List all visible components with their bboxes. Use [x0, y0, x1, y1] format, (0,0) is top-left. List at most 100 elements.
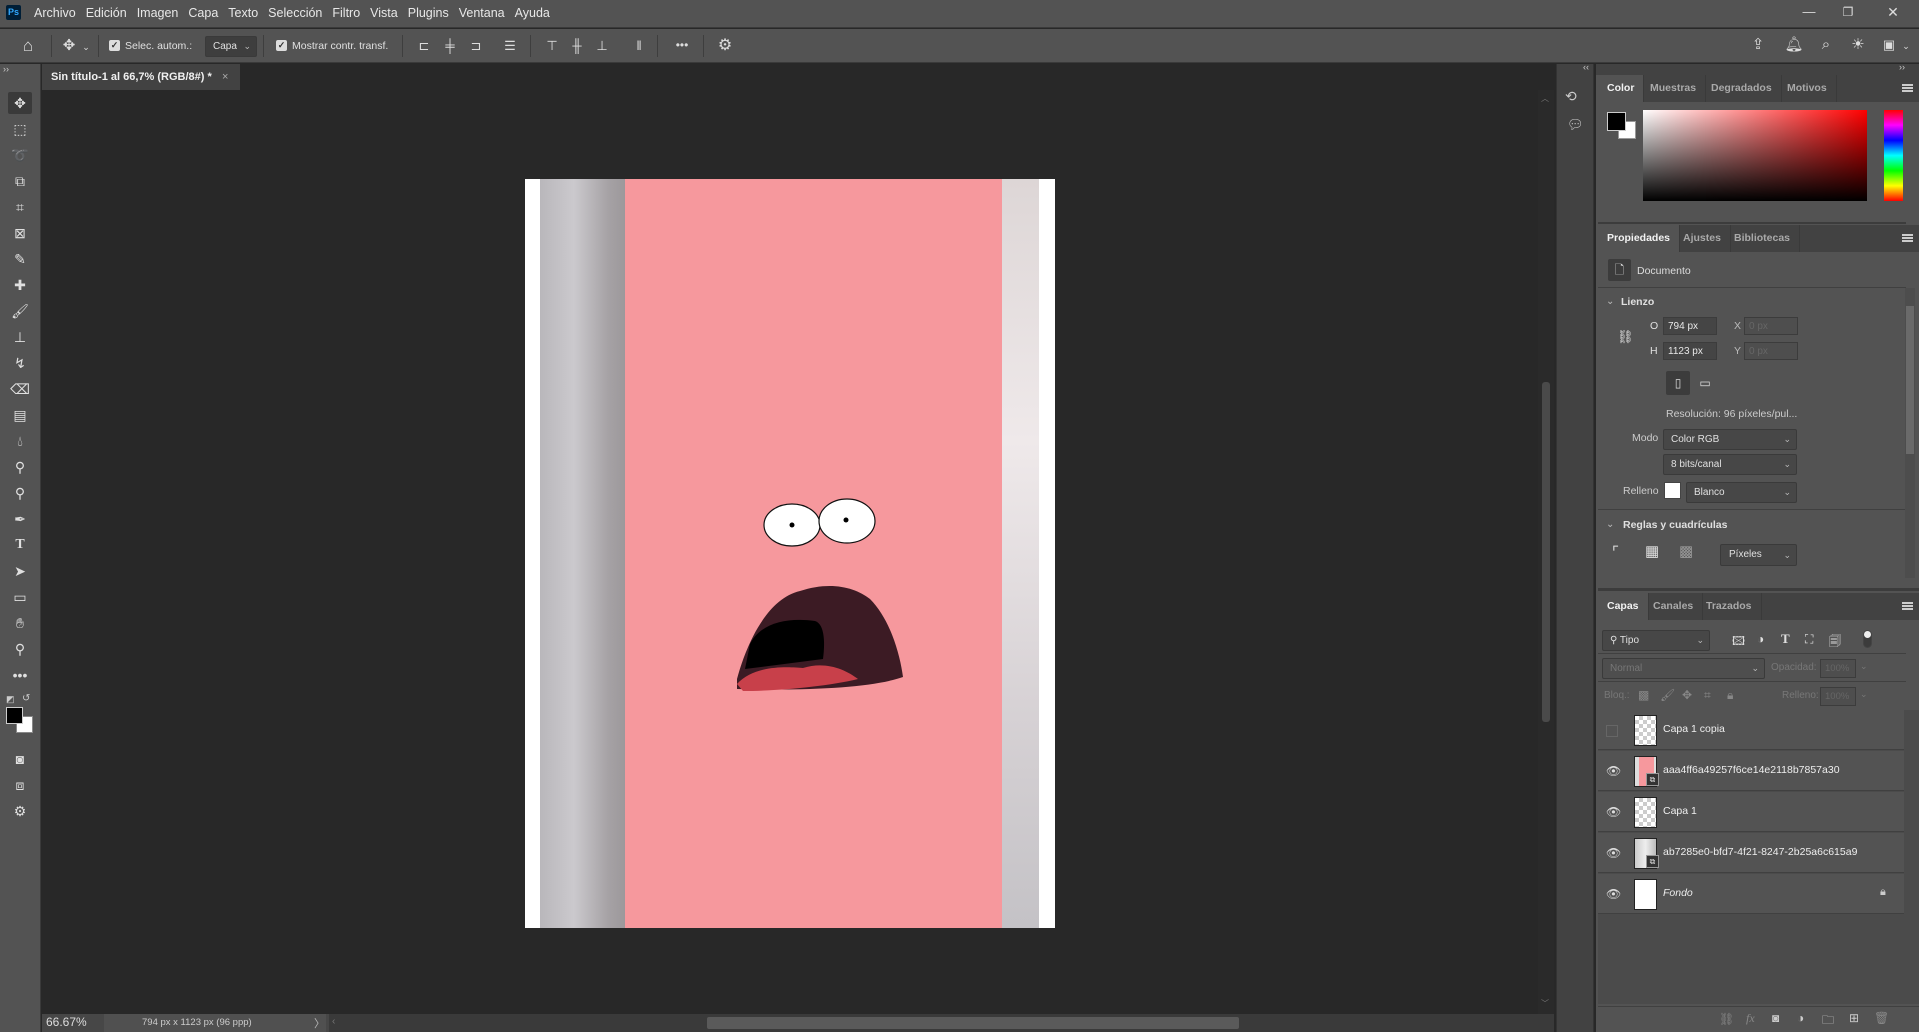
layer-name[interactable]: Fondo — [1663, 887, 1693, 899]
object-select-tool-icon[interactable]: ⧉ — [8, 170, 32, 192]
menu-texto[interactable]: Texto — [228, 1, 258, 25]
fill-color-swatch[interactable] — [1664, 482, 1681, 499]
tab-canales[interactable]: Canales — [1644, 593, 1704, 620]
hue-slider[interactable] — [1884, 110, 1903, 201]
layer-row[interactable]: Capa 1 copia — [1598, 710, 1904, 750]
properties-scroll-thumb[interactable] — [1906, 306, 1914, 454]
canvas-section-header[interactable]: Lienzo — [1621, 296, 1654, 308]
path-select-tool-icon[interactable]: ➤ — [8, 560, 32, 582]
menu-ventana[interactable]: Ventana — [459, 1, 505, 25]
link-layers-icon[interactable]: ⛓ — [1719, 1012, 1734, 1026]
rulers-section-header[interactable]: Reglas y cuadrículas — [1623, 519, 1727, 531]
y-input[interactable]: 0 px — [1744, 342, 1798, 360]
swap-colors-icon[interactable]: ↺ — [22, 693, 30, 704]
zoom-level[interactable]: 66.67% — [46, 1015, 87, 1029]
menu-seleccion[interactable]: Selección — [268, 1, 322, 25]
document-tab[interactable]: Sin título-1 al 66,7% (RGB/8#) * × — [42, 64, 240, 90]
opacity-input[interactable]: 100% — [1820, 659, 1856, 678]
comments-panel-icon[interactable]: 💬︎ — [1567, 117, 1584, 133]
show-transform-checkbox[interactable]: ✓ — [276, 40, 287, 51]
lock-icon[interactable]: 🔒︎ — [1880, 886, 1886, 899]
chevron-down-icon[interactable]: ⌄ — [1606, 296, 1614, 307]
distribute-icon[interactable]: ☰ — [499, 36, 521, 56]
search-icon[interactable]: ⌕ — [1815, 35, 1837, 55]
layer-row[interactable]: 👁︎ Capa 1 — [1598, 792, 1904, 832]
align-middle-v-icon[interactable]: ╫ — [566, 36, 588, 56]
panel-menu-icon[interactable] — [1902, 84, 1913, 92]
menu-plugins[interactable]: Plugins — [408, 1, 449, 25]
minimize-icon[interactable]: — — [1798, 2, 1820, 22]
blend-mode-dropdown[interactable]: Normal ⌄ — [1602, 658, 1765, 679]
filter-adjustment-icon[interactable]: ◑ — [1757, 632, 1764, 646]
filter-smart-object-icon[interactable]: 🗐︎ — [1829, 632, 1841, 653]
layer-name[interactable]: ab7285e0-bfd7-4f21-8247-2b25a6c615a9 — [1663, 846, 1857, 858]
height-input[interactable]: 1123 px — [1663, 342, 1717, 360]
color-mode-dropdown[interactable]: Color RGB ⌄ — [1663, 429, 1797, 450]
visibility-toggle-off[interactable] — [1606, 725, 1618, 737]
lasso-tool-icon[interactable]: ➰ — [8, 144, 32, 166]
gear-icon[interactable]: ⚙ — [714, 36, 736, 56]
healing-brush-icon[interactable]: ✚ — [8, 274, 32, 296]
zoom-dodge-icon[interactable]: ⚲ — [8, 482, 32, 504]
bell-icon[interactable]: 🔔︎ — [1783, 35, 1805, 55]
rectangle-tool-icon[interactable]: ▭ — [8, 586, 32, 608]
auto-select-target-dropdown[interactable]: Capa ⌄ — [205, 36, 257, 57]
pen-tool-icon[interactable]: ✒ — [8, 508, 32, 530]
horizontal-scrollbar[interactable]: ‹ › — [329, 1014, 1570, 1032]
status-menu-arrow-icon[interactable]: 〉 — [314, 1015, 325, 1031]
menu-filtro[interactable]: Filtro — [332, 1, 360, 25]
filter-type-icon[interactable]: T — [1781, 631, 1790, 647]
portrait-orientation-icon[interactable]: ▯ — [1666, 371, 1690, 395]
collapse-panels-icon[interactable]: ›› — [1899, 62, 1905, 72]
adjustment-layer-icon[interactable]: ◑ — [1797, 1011, 1804, 1025]
brush-tool-icon[interactable]: 🖌︎ — [8, 300, 32, 322]
tab-propiedades[interactable]: Propiedades — [1598, 225, 1681, 252]
marquee-tool-icon[interactable]: ⬚ — [8, 118, 32, 140]
quick-mask-icon[interactable]: ◙ — [8, 748, 32, 770]
eraser-tool-icon[interactable]: ⌫ — [8, 378, 32, 400]
new-layer-icon[interactable]: ⊞ — [1849, 1011, 1859, 1025]
dodge-tool-icon[interactable]: ⚲ — [8, 456, 32, 478]
lock-artboard-icon[interactable]: ⌗ — [1704, 688, 1711, 703]
crop-tool-icon[interactable]: ⌗ — [8, 196, 32, 218]
home-icon[interactable]: ⌂ — [17, 36, 39, 56]
eye-icon[interactable]: 👁︎ — [1606, 805, 1621, 819]
menu-archivo[interactable]: Archivo — [34, 1, 76, 25]
menu-edicion[interactable]: Edición — [86, 1, 127, 25]
layer-name[interactable]: Capa 1 — [1663, 805, 1697, 817]
history-brush-icon[interactable]: ↯ — [8, 352, 32, 374]
collapse-toolbar-icon[interactable]: ›› — [3, 64, 9, 74]
tab-muestras[interactable]: Muestras — [1641, 75, 1707, 102]
tab-ajustes[interactable]: Ajustes — [1674, 225, 1731, 252]
scroll-down-icon[interactable]: ﹀ — [1541, 998, 1549, 1009]
menu-vista[interactable]: Vista — [370, 1, 398, 25]
align-right-icon[interactable]: ⊐ — [465, 36, 487, 56]
properties-scrollbar[interactable] — [1905, 288, 1915, 578]
layer-row[interactable]: 👁︎ ⧉ aaa4ff6a49257f6ce14e2118b7857a30 — [1598, 751, 1904, 791]
lock-all-icon[interactable]: 🔒︎ — [1727, 688, 1733, 703]
eyedropper-tool-icon[interactable]: ✎ — [8, 248, 32, 270]
vertical-scrollbar[interactable]: ︿ ﹀ — [1538, 90, 1554, 1014]
canvas-area[interactable] — [42, 90, 1538, 1014]
close-window-icon[interactable]: ✕ — [1882, 2, 1904, 22]
align-left-icon[interactable]: ⊏ — [413, 36, 435, 56]
layer-row[interactable]: 👁︎ ⧉ ab7285e0-bfd7-4f21-8247-2b25a6c615a… — [1598, 833, 1904, 873]
type-tool-icon[interactable]: T — [8, 534, 32, 556]
layer-name[interactable]: Capa 1 copia — [1663, 723, 1725, 735]
distribute-v-icon[interactable]: ‖ — [628, 36, 650, 56]
eye-icon[interactable]: 👁︎ — [1606, 887, 1621, 901]
landscape-orientation-icon[interactable]: ▭ — [1696, 371, 1714, 395]
auto-select-checkbox[interactable]: ✓ — [109, 40, 120, 51]
panel-menu-icon[interactable] — [1902, 234, 1913, 242]
menu-capa[interactable]: Capa — [188, 1, 218, 25]
gradient-tool-icon[interactable]: ▤ — [8, 404, 32, 426]
frame-tool-icon[interactable]: ⊠ — [8, 222, 32, 244]
edit-toolbar-icon[interactable]: ⚙ — [8, 800, 32, 822]
tab-color[interactable]: Color — [1598, 75, 1645, 102]
chevron-down-icon[interactable]: ⌄ — [1860, 661, 1868, 672]
layer-name[interactable]: aaa4ff6a49257f6ce14e2118b7857a30 — [1663, 764, 1840, 776]
chevron-down-icon[interactable]: ⌄ — [1900, 36, 1912, 56]
screen-mode-icon[interactable]: ⧈ — [8, 774, 32, 796]
lock-paint-icon[interactable]: 🖌︎ — [1660, 688, 1675, 702]
foreground-color-swatch[interactable] — [6, 707, 23, 724]
